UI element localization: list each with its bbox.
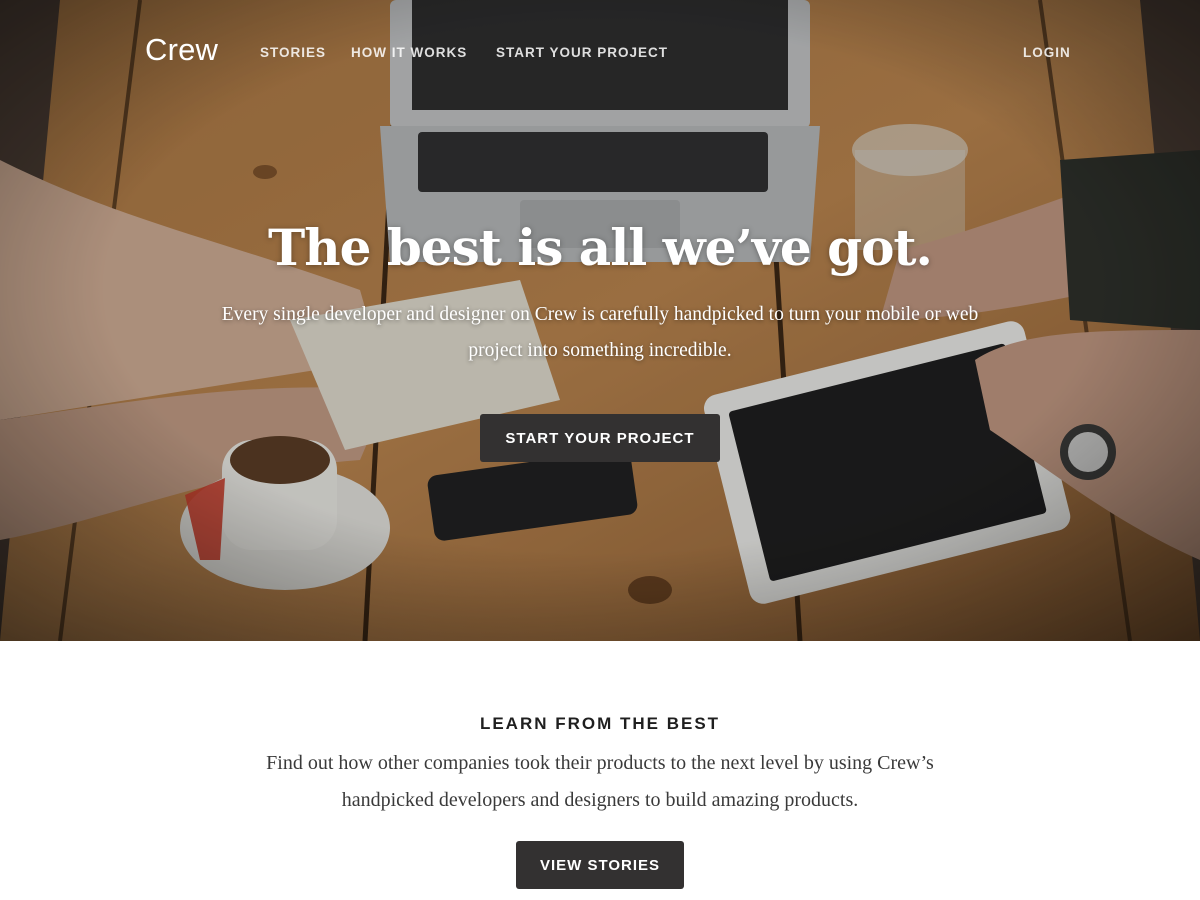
hero-subtitle: Every single developer and designer on C… [221, 304, 979, 361]
nav-start-your-project-link[interactable]: START YOUR PROJECT [496, 45, 668, 60]
learn-heading: LEARN FROM THE BEST [479, 714, 721, 733]
crew-logo[interactable]: Crew [145, 32, 218, 68]
login-link[interactable]: LOGIN [1023, 45, 1071, 60]
learn-description: Find out how other companies took their … [266, 752, 934, 811]
nav-how-it-works-link[interactable]: HOW IT WORKS [351, 45, 467, 60]
hero-section: Crew STORIES HOW IT WORKS START YOUR PRO… [0, 0, 1200, 641]
learn-section: LEARN FROM THE BEST Find out how other c… [0, 641, 1200, 900]
view-stories-button[interactable]: VIEW STORIES [516, 841, 684, 889]
start-your-project-button[interactable]: START YOUR PROJECT [480, 414, 720, 462]
hero-title: The best is all we’ve got. [268, 218, 933, 277]
top-navigation: Crew STORIES HOW IT WORKS START YOUR PRO… [0, 0, 1200, 106]
nav-stories-link[interactable]: STORIES [260, 45, 326, 60]
